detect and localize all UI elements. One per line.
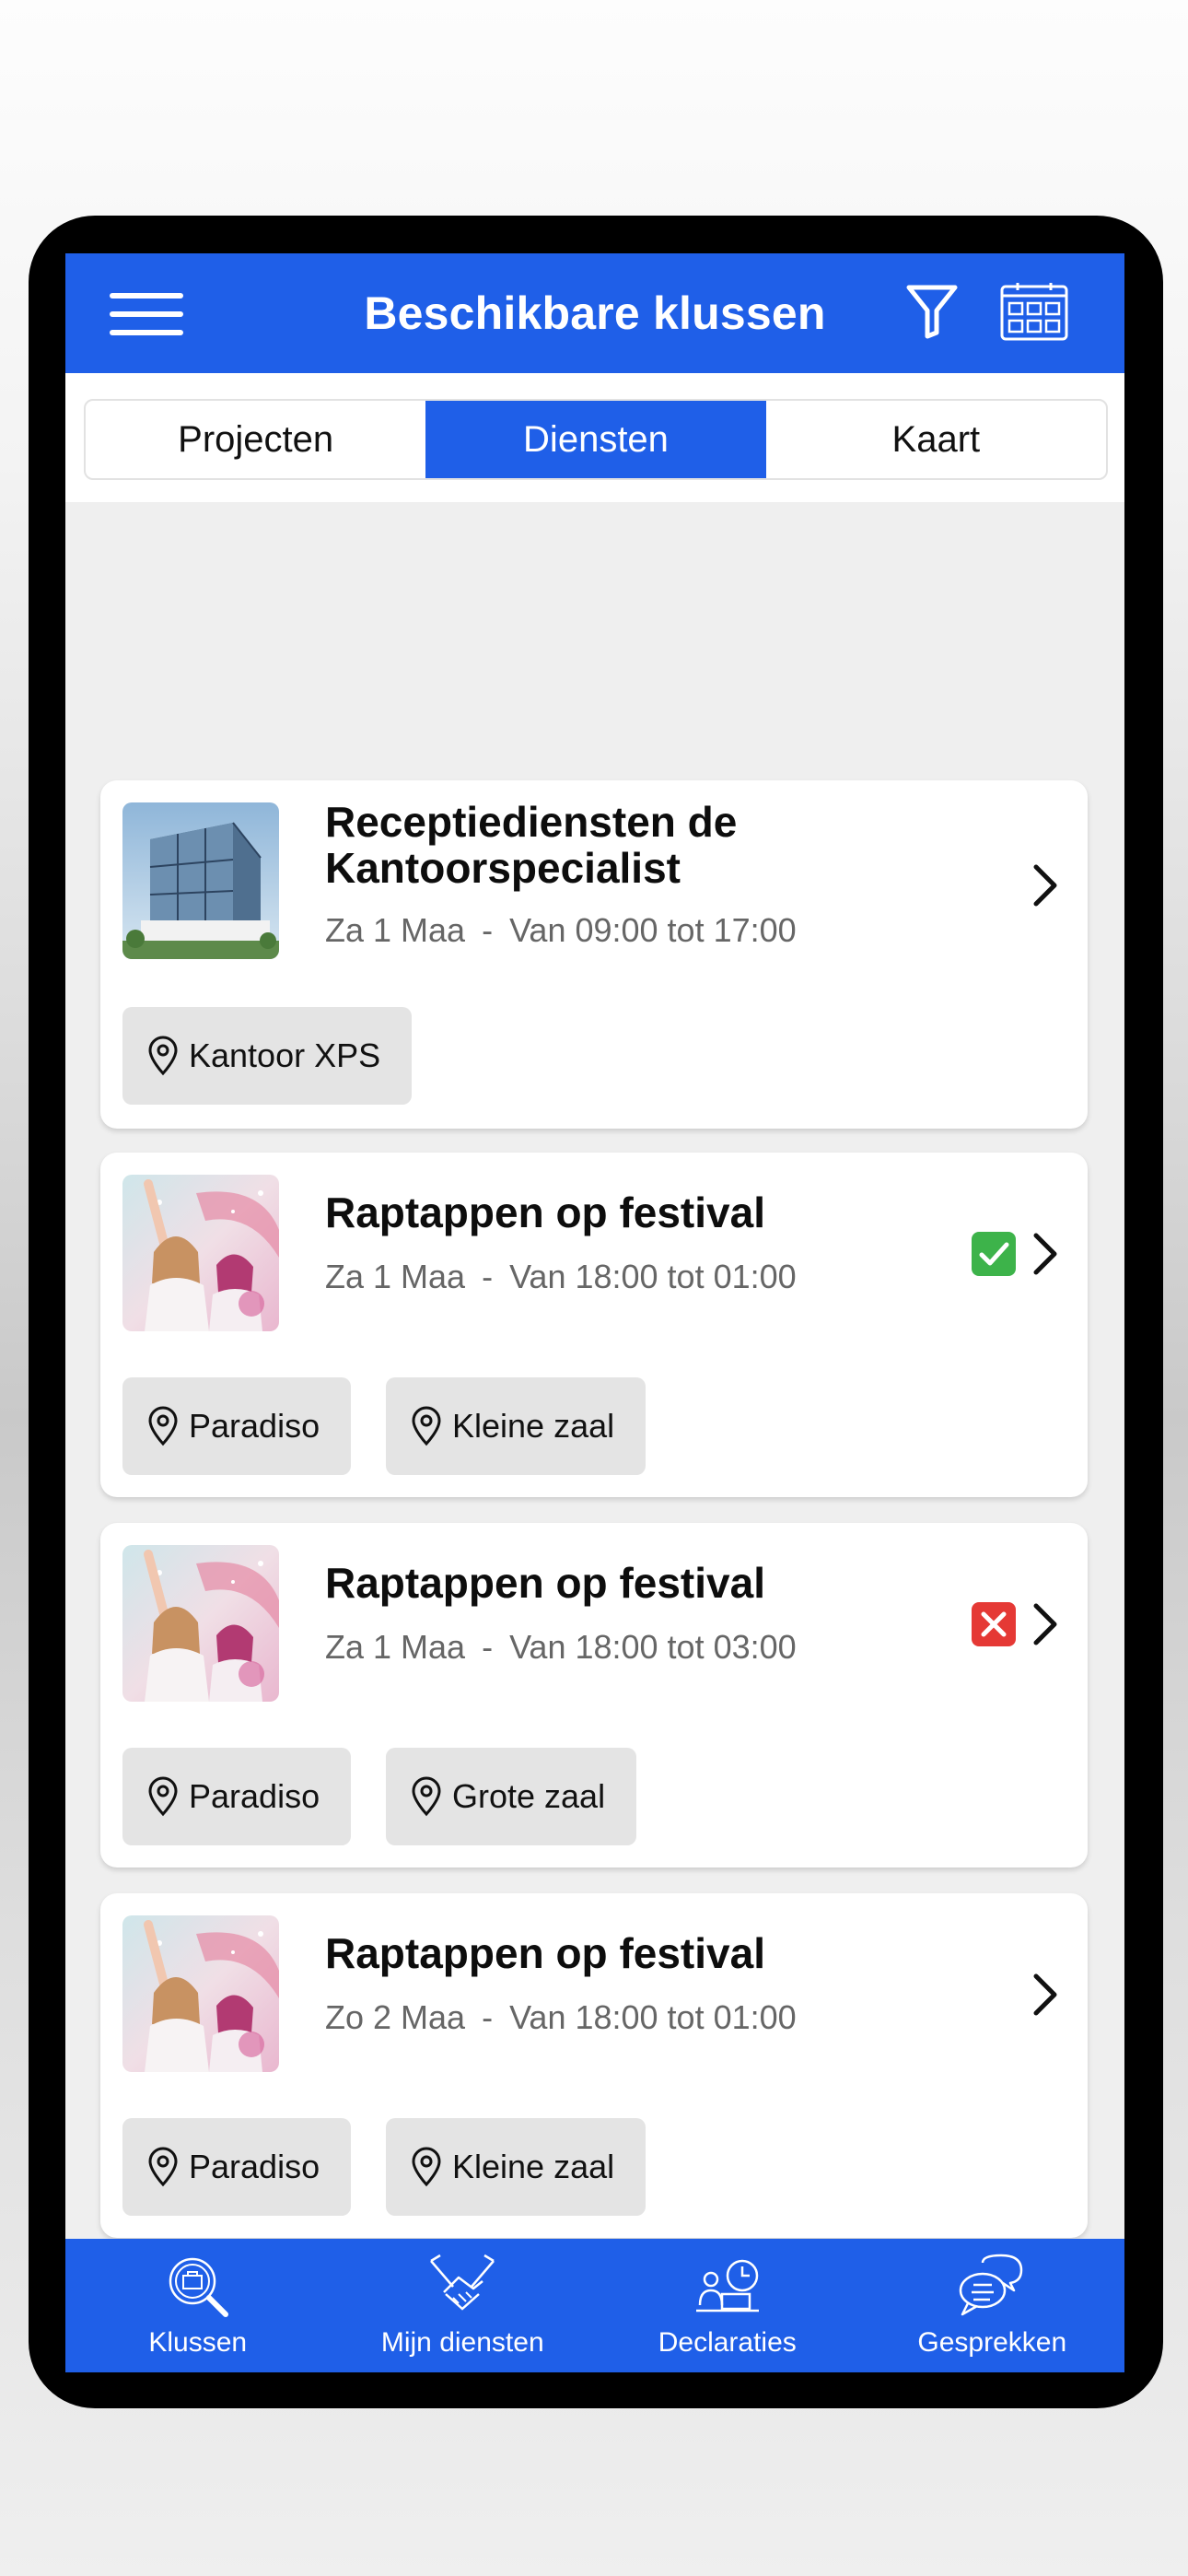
job-time: Van 18:00 tot 03:00: [509, 1628, 797, 1666]
location-tag[interactable]: Kleine zaal: [386, 1377, 646, 1475]
chevron-right-icon[interactable]: [1031, 1602, 1058, 1646]
nav-mijn-diensten[interactable]: Mijn diensten: [331, 2239, 596, 2372]
job-date: Za 1 Maa: [325, 1628, 466, 1666]
job-schedule: Za 1 Maa - Van 18:00 tot 03:00: [325, 1628, 797, 1667]
location-tag-label: Paradiso: [189, 1777, 320, 1815]
location-tag[interactable]: Grote zaal: [386, 1748, 637, 1845]
location-tag-label: Paradiso: [189, 2148, 320, 2185]
accepted-check-icon: [972, 1232, 1016, 1276]
schedule-separator: -: [482, 1998, 494, 2036]
schedule-separator: -: [482, 1258, 494, 1295]
tab-projecten[interactable]: Projecten: [86, 401, 425, 478]
rejected-x-icon: [972, 1602, 1016, 1646]
job-date: Zo 2 Maa: [325, 1998, 466, 2036]
job-title: Raptappen op festival: [325, 1929, 765, 1977]
location-tag[interactable]: Kleine zaal: [386, 2118, 646, 2216]
bottom-navigation: Klussen Mijn diensten Declaraties Gespre…: [65, 2239, 1124, 2372]
job-card[interactable]: Raptappen op festival Za 1 Maa - Van 18:00 …: [100, 1523, 1088, 1868]
location-pin-icon: [412, 1406, 441, 1446]
job-time: Van 09:00 tot 17:00: [509, 911, 797, 949]
chevron-right-icon[interactable]: [1031, 1232, 1058, 1276]
job-schedule: Zo 2 Maa - Van 18:00 tot 01:00: [325, 1998, 797, 2037]
chevron-right-icon[interactable]: [1031, 1973, 1058, 2017]
nav-label: Mijn diensten: [380, 2327, 544, 2358]
job-title: Raptappen op festival: [325, 1188, 765, 1236]
festival-image: [122, 1175, 279, 1331]
nav-label: Gesprekken: [917, 2327, 1067, 2358]
location-pin-icon: [412, 2147, 441, 2187]
location-tag[interactable]: Kantoor XPS: [122, 1007, 413, 1105]
tab-diensten[interactable]: Diensten: [425, 401, 766, 478]
job-time: Van 18:00 tot 01:00: [509, 1258, 797, 1295]
location-pin-icon: [148, 1406, 178, 1446]
job-list: Receptiediensten de Kantoorspecialist Za …: [65, 502, 1124, 2243]
handshake-icon: [430, 2254, 495, 2311]
job-card[interactable]: Receptiediensten de Kantoorspecialist Za …: [100, 780, 1088, 1129]
job-date: Za 1 Maa: [325, 1258, 466, 1295]
job-schedule: Za 1 Maa - Van 09:00 tot 17:00: [325, 911, 797, 950]
nav-label: Declaraties: [658, 2327, 797, 2358]
job-card[interactable]: Raptappen op festival Za 1 Maa - Van 18:00 …: [100, 1153, 1088, 1497]
location-tag[interactable]: Paradiso: [122, 2118, 352, 2216]
nav-klussen[interactable]: Klussen: [65, 2239, 331, 2372]
job-time: Van 18:00 tot 01:00: [509, 1998, 797, 2036]
location-tag-label: Kleine zaal: [452, 2148, 615, 2185]
festival-image: [122, 1545, 279, 1702]
location-pin-icon: [148, 1776, 178, 1817]
app-header: Beschikbare klussen: [65, 253, 1124, 373]
location-tag[interactable]: Paradiso: [122, 1377, 352, 1475]
expenses-icon: [695, 2259, 759, 2313]
job-title: Receptiediensten de Kantoorspecialist: [325, 798, 738, 892]
job-title: Raptappen op festival: [325, 1559, 765, 1607]
nav-label: Klussen: [148, 2327, 248, 2358]
chevron-right-icon[interactable]: [1031, 863, 1058, 907]
location-tag-label: Kleine zaal: [452, 1407, 615, 1445]
location-tag-label: Paradiso: [189, 1407, 320, 1445]
segmented-control: Projecten Diensten Kaart: [84, 399, 1108, 480]
tab-bar: Projecten Diensten Kaart: [65, 373, 1124, 502]
festival-image: [122, 1915, 279, 2072]
location-pin-icon: [412, 1776, 441, 1817]
nav-gesprekken[interactable]: Gesprekken: [860, 2239, 1125, 2372]
office-building-image: [122, 802, 279, 959]
page-title: Beschikbare klussen: [364, 287, 826, 339]
location-tag-label: Grote zaal: [452, 1777, 606, 1815]
search-jobs-icon: [169, 2257, 228, 2317]
job-date: Za 1 Maa: [325, 911, 466, 949]
chat-icon: [960, 2254, 1023, 2316]
job-card[interactable]: Raptappen op festival Zo 2 Maa - Van 18:00 …: [100, 1893, 1088, 2238]
location-pin-icon: [148, 2147, 178, 2187]
job-schedule: Za 1 Maa - Van 18:00 tot 01:00: [325, 1258, 797, 1296]
schedule-separator: -: [482, 1628, 494, 1666]
location-pin-icon: [148, 1036, 178, 1076]
app-screen: Beschikbare klussen Projecten Diensten K…: [65, 253, 1124, 2372]
filter-icon[interactable]: [905, 283, 959, 340]
location-tag-label: Kantoor XPS: [189, 1036, 381, 1074]
schedule-separator: -: [482, 911, 494, 949]
nav-declaraties[interactable]: Declaraties: [595, 2239, 860, 2372]
tab-kaart[interactable]: Kaart: [766, 401, 1106, 478]
location-tag[interactable]: Paradiso: [122, 1748, 352, 1845]
calendar-icon[interactable]: [999, 281, 1069, 342]
